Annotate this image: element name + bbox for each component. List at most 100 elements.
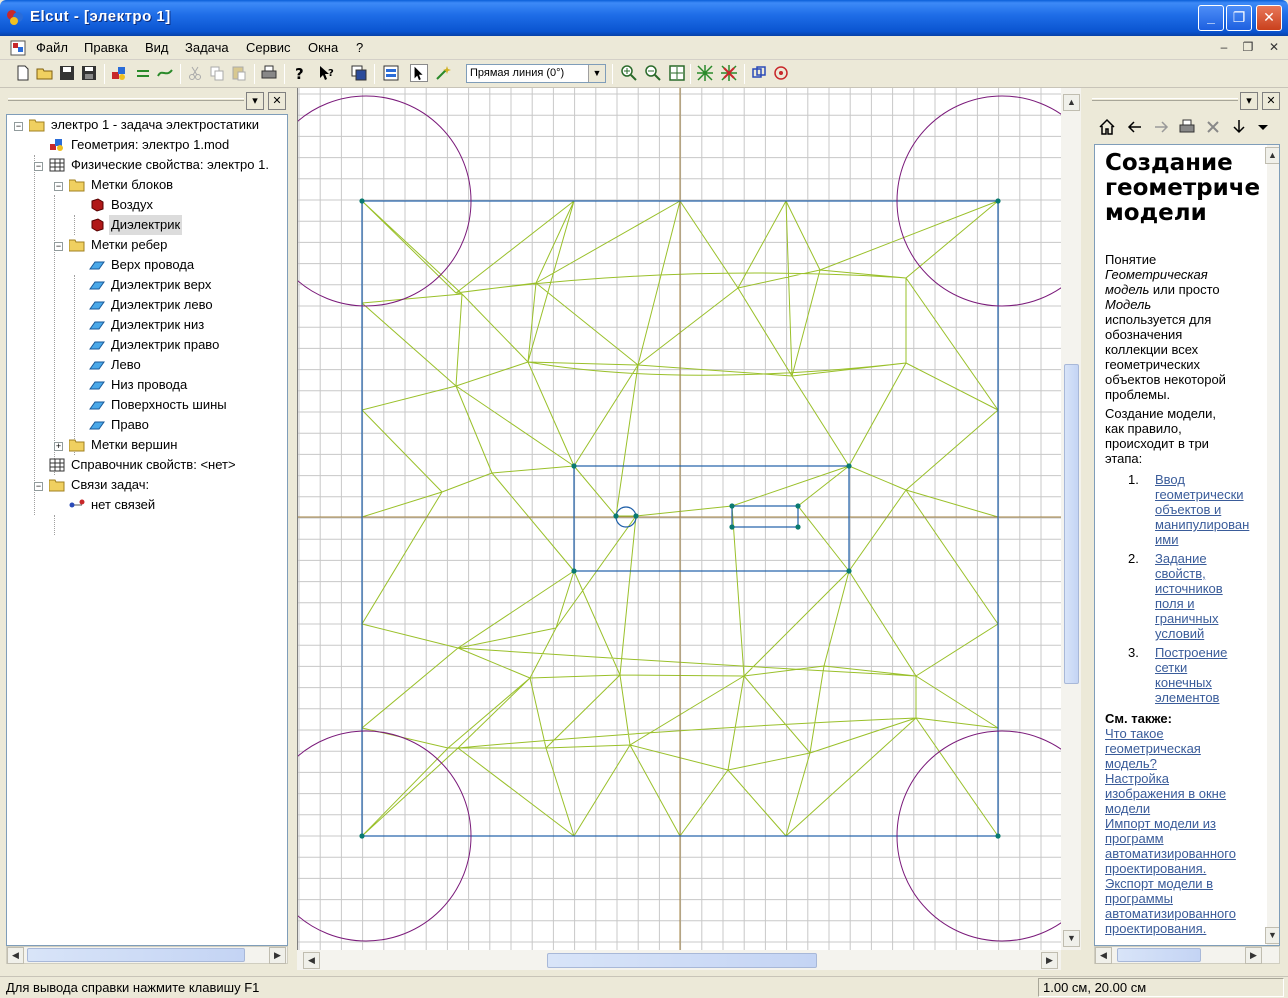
- forward-arrow-icon[interactable]: [1152, 118, 1170, 136]
- mdi-restore-button[interactable]: ❐: [1240, 40, 1256, 56]
- properties-icon[interactable]: [382, 64, 400, 82]
- document-icon[interactable]: [10, 40, 26, 56]
- help-step-link[interactable]: манипулирован: [1155, 517, 1265, 532]
- print-icon[interactable]: [1178, 118, 1196, 136]
- context-help-icon[interactable]: ?: [318, 64, 336, 82]
- menu-tools[interactable]: Сервис: [246, 40, 291, 55]
- help-see-also-link[interactable]: модель?: [1105, 756, 1265, 771]
- panel-grip[interactable]: [1092, 98, 1238, 101]
- panel-close-button[interactable]: ✕: [268, 92, 286, 110]
- horizontal-scroll-thumb[interactable]: [547, 953, 817, 968]
- menu-help[interactable]: ?: [356, 40, 363, 55]
- scroll-right-icon[interactable]: ▶: [269, 947, 286, 964]
- help-step-link[interactable]: конечных: [1155, 675, 1265, 690]
- scroll-up-icon[interactable]: ▲: [1265, 147, 1279, 164]
- help-step-link[interactable]: геометрически: [1155, 487, 1265, 502]
- geometry-drawing[interactable]: [298, 88, 1061, 950]
- tree-horizontal-scrollbar[interactable]: ◀ ▶: [6, 946, 288, 964]
- save-icon[interactable]: [58, 64, 76, 82]
- help-see-also-link[interactable]: Импорт модели из: [1105, 816, 1265, 831]
- select-pointer-icon[interactable]: [410, 64, 428, 82]
- help-step-link[interactable]: Задание: [1155, 551, 1265, 566]
- scroll-thumb[interactable]: [27, 948, 245, 962]
- scroll-left-icon[interactable]: ◀: [303, 952, 320, 969]
- scroll-down-icon[interactable]: ▼: [1063, 930, 1080, 947]
- scroll-left-icon[interactable]: ◀: [1095, 947, 1112, 964]
- expand-links-toggle[interactable]: −: [34, 482, 43, 491]
- expand-vertex-labels-toggle[interactable]: +: [54, 442, 63, 451]
- help-panel-close-button[interactable]: ✕: [1262, 92, 1280, 110]
- zoom-fit-icon[interactable]: [668, 64, 686, 82]
- home-icon[interactable]: [1098, 118, 1116, 136]
- help-see-also-link[interactable]: проектирования.: [1105, 861, 1265, 876]
- scroll-thumb[interactable]: [1117, 948, 1201, 962]
- help-see-also-link[interactable]: программы: [1105, 891, 1265, 906]
- help-see-also-link[interactable]: автоматизированного: [1105, 846, 1265, 861]
- help-step-link[interactable]: поля и: [1155, 596, 1265, 611]
- help-step-link[interactable]: объектов и: [1155, 502, 1265, 517]
- menu-view[interactable]: Вид: [145, 40, 169, 55]
- magic-wand-icon[interactable]: [434, 64, 452, 82]
- help-see-also-link[interactable]: проектирования.: [1105, 921, 1265, 936]
- horizontal-scrollbar[interactable]: ◀ ▶: [297, 950, 1061, 970]
- help-horizontal-scrollbar[interactable]: ◀ ▶: [1094, 946, 1280, 964]
- expand-physics-toggle[interactable]: −: [34, 162, 43, 171]
- chevron-down-icon[interactable]: [1254, 118, 1272, 136]
- new-file-icon[interactable]: [14, 64, 32, 82]
- scroll-up-icon[interactable]: ▲: [1063, 94, 1080, 111]
- cut-icon[interactable]: [186, 64, 204, 82]
- help-see-also-link[interactable]: геометрическая: [1105, 741, 1265, 756]
- help-see-also-link[interactable]: Экспорт модели в: [1105, 876, 1265, 891]
- maximize-button[interactable]: ❐: [1226, 5, 1252, 31]
- paste-icon[interactable]: [230, 64, 248, 82]
- equals-icon[interactable]: [134, 64, 152, 82]
- menu-file[interactable]: Файл: [36, 40, 68, 55]
- print-icon[interactable]: [260, 64, 278, 82]
- help-step-link[interactable]: условий: [1155, 626, 1265, 641]
- open-folder-icon[interactable]: [36, 64, 54, 82]
- minimize-button[interactable]: _: [1198, 5, 1224, 31]
- model-canvas[interactable]: [297, 88, 1061, 950]
- help-see-also-link[interactable]: Настройка: [1105, 771, 1265, 786]
- chevron-down-icon[interactable]: ▼: [588, 65, 605, 82]
- windows-icon[interactable]: [350, 64, 368, 82]
- expand-block-labels-toggle[interactable]: −: [54, 182, 63, 191]
- help-step-link[interactable]: Ввод: [1155, 472, 1265, 487]
- solve-icon[interactable]: [156, 64, 174, 82]
- build-mesh-icon[interactable]: [696, 64, 714, 82]
- scroll-right-icon[interactable]: ▶: [1041, 952, 1058, 969]
- close-button[interactable]: ✕: [1256, 5, 1282, 31]
- vertical-scrollbar[interactable]: ▲ ▼: [1061, 88, 1081, 950]
- scroll-left-icon[interactable]: ◀: [7, 947, 24, 964]
- help-vertical-scrollbar[interactable]: ▲ ▼: [1265, 145, 1279, 945]
- rotate-icon[interactable]: [750, 64, 768, 82]
- menu-windows[interactable]: Окна: [308, 40, 338, 55]
- stop-icon[interactable]: [1204, 118, 1222, 136]
- help-icon[interactable]: ?: [290, 64, 308, 82]
- title-bar[interactable]: Elcut - [электро 1] _ ❐ ✕: [0, 0, 1288, 36]
- expand-root-toggle[interactable]: −: [14, 122, 23, 131]
- geometry-icon[interactable]: [110, 64, 128, 82]
- save-all-icon[interactable]: [80, 64, 98, 82]
- help-step-link[interactable]: сетки: [1155, 660, 1265, 675]
- panel-grip[interactable]: [8, 98, 244, 101]
- zoom-out-icon[interactable]: [644, 64, 662, 82]
- scroll-right-icon[interactable]: ▶: [1245, 947, 1262, 964]
- help-panel-menu-button[interactable]: ▾: [1240, 92, 1258, 110]
- help-step-link[interactable]: граничных: [1155, 611, 1265, 626]
- mdi-close-button[interactable]: ✕: [1266, 40, 1282, 56]
- copy-icon[interactable]: [208, 64, 226, 82]
- help-see-also-link[interactable]: программ: [1105, 831, 1265, 846]
- help-see-also-link[interactable]: Что такое: [1105, 726, 1265, 741]
- remove-mesh-icon[interactable]: [720, 64, 738, 82]
- scroll-down-icon[interactable]: ▼: [1265, 927, 1279, 944]
- expand-edge-labels-toggle[interactable]: −: [54, 242, 63, 251]
- help-step-link[interactable]: элементов: [1155, 690, 1265, 705]
- back-arrow-icon[interactable]: [1126, 118, 1144, 136]
- stop-icon[interactable]: [772, 64, 790, 82]
- download-arrow-icon[interactable]: [1230, 118, 1248, 136]
- help-step-link[interactable]: Построение: [1155, 645, 1265, 660]
- vertical-scroll-thumb[interactable]: [1064, 364, 1079, 684]
- help-see-also-link[interactable]: автоматизированного: [1105, 906, 1265, 921]
- menu-edit[interactable]: Правка: [84, 40, 128, 55]
